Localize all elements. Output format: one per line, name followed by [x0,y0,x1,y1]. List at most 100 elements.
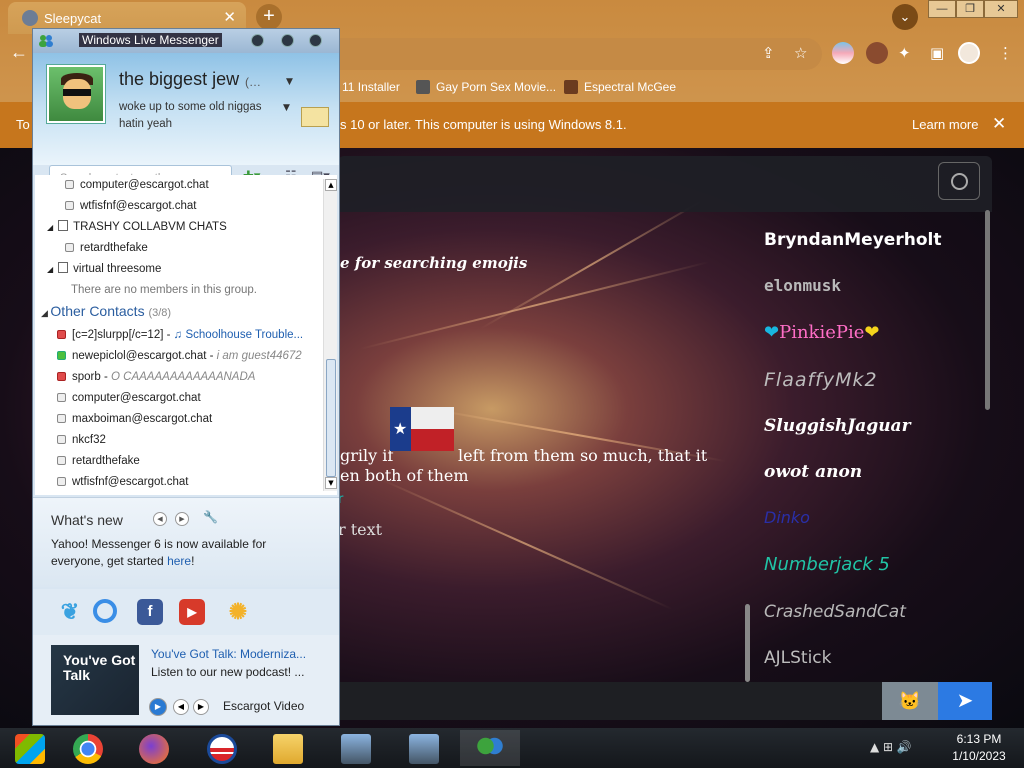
user-item[interactable]: Numberjack 5 [764,554,890,575]
scroll-down-arrow[interactable]: ▼ [325,477,337,489]
whats-new-link[interactable]: here [167,554,191,568]
clock-time: 6:13 PM [956,732,1002,746]
share-icon[interactable]: ⇪ [762,44,775,62]
bookmark-star-icon[interactable]: ☆ [794,44,807,62]
contact-list-scrollbar[interactable]: ▲ ▼ [323,179,337,491]
installer-taskbar-icon[interactable] [326,730,386,766]
users-scrollbar[interactable] [985,210,990,410]
butterfly-icon[interactable]: ❦ [57,599,83,625]
group-header[interactable]: ◢ TRASHY COLLABVM CHATS [47,217,227,238]
online-status-icon [57,351,66,360]
back-icon[interactable]: ← [10,42,28,63]
start-button[interactable] [0,730,60,766]
display-name[interactable]: the biggest jew [119,69,239,90]
wrench-icon[interactable]: 🔧 [203,510,218,524]
youtube-icon[interactable]: ▶ [179,599,205,625]
infobar-close-icon[interactable]: ✕ [992,114,1006,134]
close-window-button[interactable]: ✕ [984,0,1018,18]
chrome-like-icon[interactable] [93,599,117,623]
messenger-titlebar[interactable]: Windows Live Messenger [33,29,339,53]
offline-status-icon [57,414,66,423]
messenger-title: Windows Live Messenger [79,33,222,47]
installer-taskbar-icon-2[interactable] [394,730,454,766]
messages-scrollbar[interactable] [745,604,750,682]
chrome-taskbar-icon[interactable] [58,730,118,766]
file-explorer-taskbar-icon[interactable] [258,730,318,766]
learn-more-link[interactable]: Learn more [912,117,978,132]
cat-emoji-button[interactable]: 🐱 [882,682,938,720]
bookmark-espectral[interactable]: Espectral McGee [564,80,676,94]
chevron-down-icon[interactable]: ▼ [283,103,290,113]
mail-icon[interactable] [301,107,329,127]
chevron-down-icon[interactable]: ▼ [286,77,293,87]
group-header[interactable]: ◢ virtual threesome [47,259,161,280]
kebab-menu-icon[interactable]: ⋮ [998,44,1013,62]
display-picture[interactable] [47,65,105,123]
sun-icon[interactable]: ✺ [225,599,251,625]
contact-item[interactable]: retardthefake [57,451,140,472]
previous-icon[interactable]: ◀ [153,512,167,526]
maximize-orb-button[interactable] [281,34,294,47]
user-item[interactable]: SluggishJaguar [764,416,911,436]
offline-status-icon [57,393,66,402]
previous-icon[interactable]: ◀ [173,699,189,715]
minimize-orb-button[interactable] [251,34,264,47]
user-item[interactable]: owot anon [764,462,862,482]
next-icon[interactable]: ▶ [175,512,189,526]
next-icon[interactable]: ▶ [193,699,209,715]
tab-title: Sleepycat [44,10,102,26]
user-item[interactable]: BryndanMeyerholt [764,230,941,250]
minimize-button[interactable]: — [928,0,956,18]
heart-icon: ❤ [764,322,780,343]
extension-flag-icon[interactable] [832,42,854,64]
message-input[interactable] [338,682,882,720]
promo-thumbnail[interactable]: You've Got Talk [51,645,139,715]
firefox-taskbar-icon[interactable] [124,730,184,766]
contact-item[interactable]: wtfisfnf@escargot.chat [57,472,189,493]
user-item[interactable]: AJLStick [764,648,832,668]
contact-item[interactable]: newepiclol@escargot.chat - i am guest446… [57,346,302,367]
user-item[interactable]: FlaaffyMk2 [764,369,878,391]
user-item[interactable]: CrashedSandCat [764,602,906,622]
tab-search-button[interactable]: ⌄ [892,4,918,30]
system-tray[interactable]: ▲ ⊞ 🔊 [870,740,912,754]
group-header-other-contacts[interactable]: ◢ Other Contacts (3/8) [41,303,171,319]
send-button[interactable]: ➤ [938,682,992,720]
promo-title[interactable]: You've Got Talk: Moderniza... [151,647,306,661]
user-item[interactable]: ❤PinkiePie❤ [764,322,880,343]
messenger-taskbar-icon[interactable] [460,730,520,766]
tab-close-icon[interactable]: ✕ [223,8,236,26]
side-panel-icon[interactable]: ▣ [930,44,944,62]
play-icon[interactable]: ▶ [149,698,167,716]
contact-item[interactable]: computer@escargot.chat [65,175,209,196]
contact-item[interactable]: computer@escargot.chat [57,388,201,409]
status-label[interactable]: (… [245,75,261,89]
contact-item[interactable]: wtfisfnf@escargot.chat [65,196,197,217]
profile-icon[interactable] [958,42,980,64]
contact-item[interactable]: maxboiman@escargot.chat [57,409,212,430]
contact-list: computer@escargot.chat wtfisfnf@escargot… [35,175,337,495]
personal-message[interactable]: woke up to some old niggas hatin yeah [119,99,289,133]
clock[interactable]: 6:13 PM 1/10/2023 [948,731,1010,765]
extensions-puzzle-icon[interactable]: ✦ [898,44,911,62]
profile-header: the biggest jew (… ▼ woke up to some old… [33,53,339,191]
user-item[interactable]: Dinko [764,508,810,527]
facebook-icon[interactable]: f [137,599,163,625]
restore-button[interactable]: ❐ [956,0,984,18]
page-icon [416,80,430,94]
contact-item[interactable]: [c=2]slurpp[/c=12] - ♫ Schoolhouse Troub… [57,325,303,346]
account-button[interactable] [938,162,980,200]
contact-item[interactable]: sporb - O CAAAAAAAAAAAANADA [57,367,255,388]
bookmark-video[interactable]: Gay Porn Sex Movie... [416,80,556,94]
extension-avatar-icon[interactable] [866,42,888,64]
new-tab-button[interactable]: + [256,4,282,30]
bookmark-installer[interactable]: 11 Installer [342,80,400,94]
obama-logo-taskbar-icon[interactable] [192,730,252,766]
scroll-thumb[interactable] [326,359,336,477]
close-orb-button[interactable] [309,34,322,47]
offline-status-icon [65,180,74,189]
contact-item[interactable]: retardthefake [65,238,148,259]
user-item[interactable]: elonmusk [764,276,841,295]
scroll-up-arrow[interactable]: ▲ [325,179,337,191]
contact-item[interactable]: nkcf32 [57,430,106,451]
